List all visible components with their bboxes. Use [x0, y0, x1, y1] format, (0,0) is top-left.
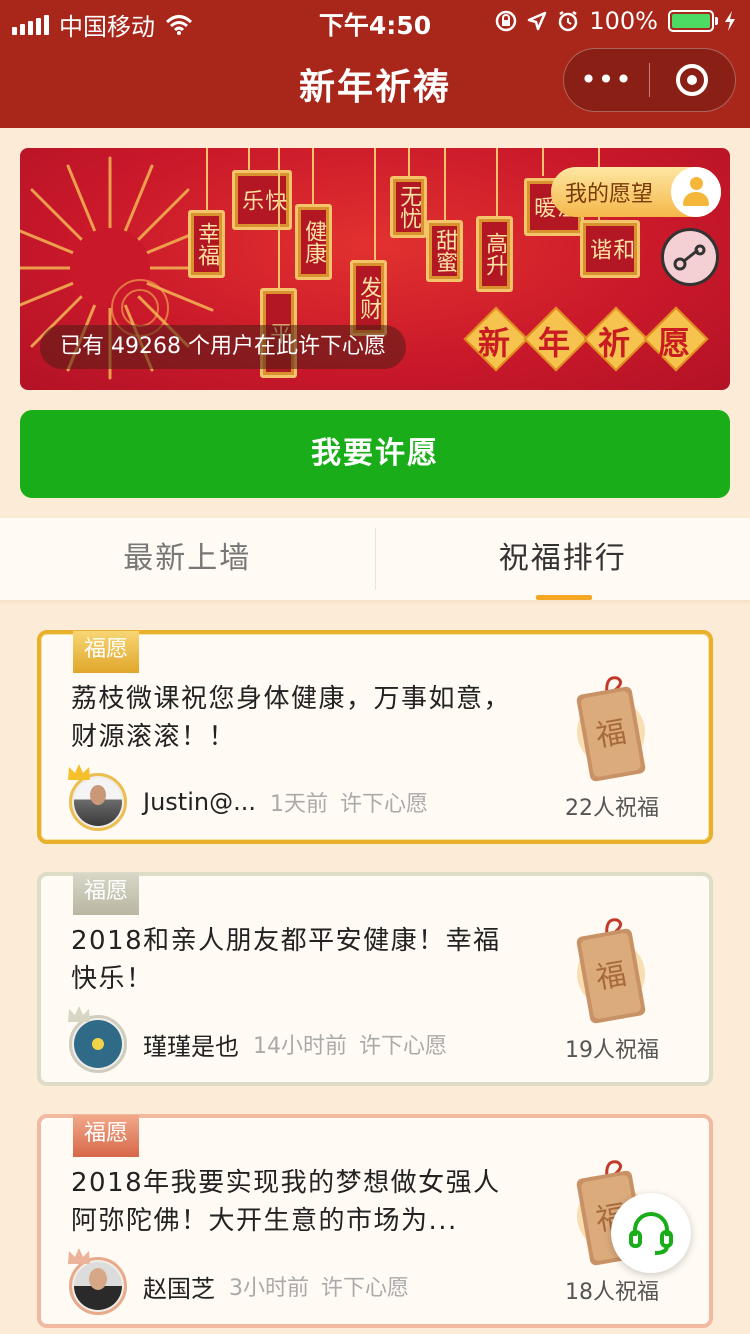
avatar-photo	[74, 778, 122, 826]
mini-program-capsule: •••	[563, 48, 736, 112]
wish-text: 2018和亲人朋友都平安健康！幸福快乐！	[71, 926, 501, 994]
make-wish-button[interactable]: 我要许愿	[20, 410, 730, 498]
avatar[interactable]	[68, 1006, 127, 1073]
title-diamond: 年	[525, 308, 583, 366]
banner-tag: 无忧	[390, 176, 428, 238]
wish-action: 许下心愿	[359, 1034, 448, 1059]
location-icon	[528, 11, 547, 31]
my-wish-label: 我的愿望	[565, 182, 654, 207]
battery-icon	[668, 10, 718, 32]
close-mini-program-button[interactable]	[650, 64, 735, 96]
user-count-text: 已有 49268 个用户在此许下心愿	[40, 325, 406, 369]
wish-meta: 瑾瑾是也 14小时前 许下心愿	[68, 1006, 448, 1074]
top-bar: 中国移动 下午4:50 100% 新年祈祷 •••	[0, 0, 750, 128]
wish-card[interactable]: 福愿 荔枝微课祝您身体健康，万事如意，财源滚滚！！ Justin@... 1天前…	[37, 630, 713, 844]
charging-icon	[725, 11, 735, 31]
wish-ribbon: 福愿	[73, 873, 139, 915]
user-name: 赵国芝	[143, 1274, 215, 1303]
status-bar: 中国移动 下午4:50 100%	[0, 0, 750, 41]
music-icon	[673, 244, 706, 271]
banner-title: 新 年 祈 愿	[465, 308, 703, 366]
wish-ribbon: 福愿	[73, 1115, 139, 1157]
wish-text: 荔枝微课祝您身体健康，万事如意，财源滚滚！！	[71, 684, 512, 752]
wish-card[interactable]: 福愿 2018和亲人朋友都平安健康！幸福快乐！ 瑾瑾是也 14小时前 许下心愿 …	[37, 872, 713, 1086]
avatar[interactable]	[68, 1248, 127, 1315]
tab-bar: 最新上墙 祝福排行	[0, 518, 750, 600]
wish-action: 许下心愿	[339, 792, 428, 817]
wish-time: 14小时前	[253, 1034, 347, 1059]
title-diamond: 祈	[585, 308, 643, 366]
my-wish-button[interactable]: 我的愿望	[551, 167, 721, 217]
banner: 快乐 幸福 健康 平 发财 无忧 甜蜜 高升 温暖 和谐 我的愿望 已有 492…	[20, 148, 730, 390]
wish-text: 2018年我要实现我的梦想做女强人阿弥陀佛！大开生意的市场为...	[71, 1168, 501, 1236]
headset-icon	[629, 1212, 673, 1255]
wish-time: 1天前	[269, 792, 328, 817]
tab-ranking[interactable]: 祝福排行	[376, 518, 750, 600]
title-diamond: 新	[465, 308, 523, 366]
banner-tag: 幸福	[188, 210, 226, 278]
avatar-photo	[74, 1262, 122, 1310]
user-name: Justin@...	[143, 788, 256, 816]
svg-text:福: 福	[593, 957, 629, 997]
user-avatar-icon	[671, 167, 721, 217]
target-icon	[676, 64, 709, 96]
tab-latest[interactable]: 最新上墙	[0, 518, 375, 600]
banner-tag: 快乐	[232, 170, 293, 230]
banner-tag: 高升	[476, 216, 514, 292]
bless-count: 22人祝福	[565, 796, 659, 821]
battery-percent: 100%	[589, 7, 658, 35]
more-button[interactable]: •••	[564, 48, 649, 112]
wish-action: 许下心愿	[321, 1276, 410, 1301]
fu-blessing-icon[interactable]: 福	[571, 672, 651, 782]
banner-tag: 甜蜜	[426, 220, 464, 282]
alarm-icon	[559, 10, 578, 32]
wish-meta: 赵国芝 3小时前 许下心愿	[68, 1248, 410, 1316]
fu-blessing-icon[interactable]: 福	[571, 914, 651, 1024]
customer-service-button[interactable]	[611, 1193, 691, 1273]
music-toggle-button[interactable]	[661, 228, 719, 286]
banner-tag: 和谐	[580, 220, 641, 278]
bless-count: 19人祝福	[565, 1038, 659, 1063]
wish-meta: Justin@... 1天前 许下心愿	[68, 764, 428, 832]
bless-count: 18人祝福	[565, 1280, 659, 1305]
avatar[interactable]	[68, 764, 127, 831]
svg-text:福: 福	[593, 715, 629, 755]
banner-tag: 健康	[295, 204, 333, 280]
user-name: 瑾瑾是也	[143, 1032, 239, 1061]
title-diamond: 愿	[645, 308, 703, 366]
wish-ribbon: 福愿	[73, 631, 139, 673]
wish-time: 3小时前	[229, 1276, 309, 1301]
avatar-photo	[74, 1020, 122, 1068]
rotation-lock-icon	[496, 10, 517, 32]
